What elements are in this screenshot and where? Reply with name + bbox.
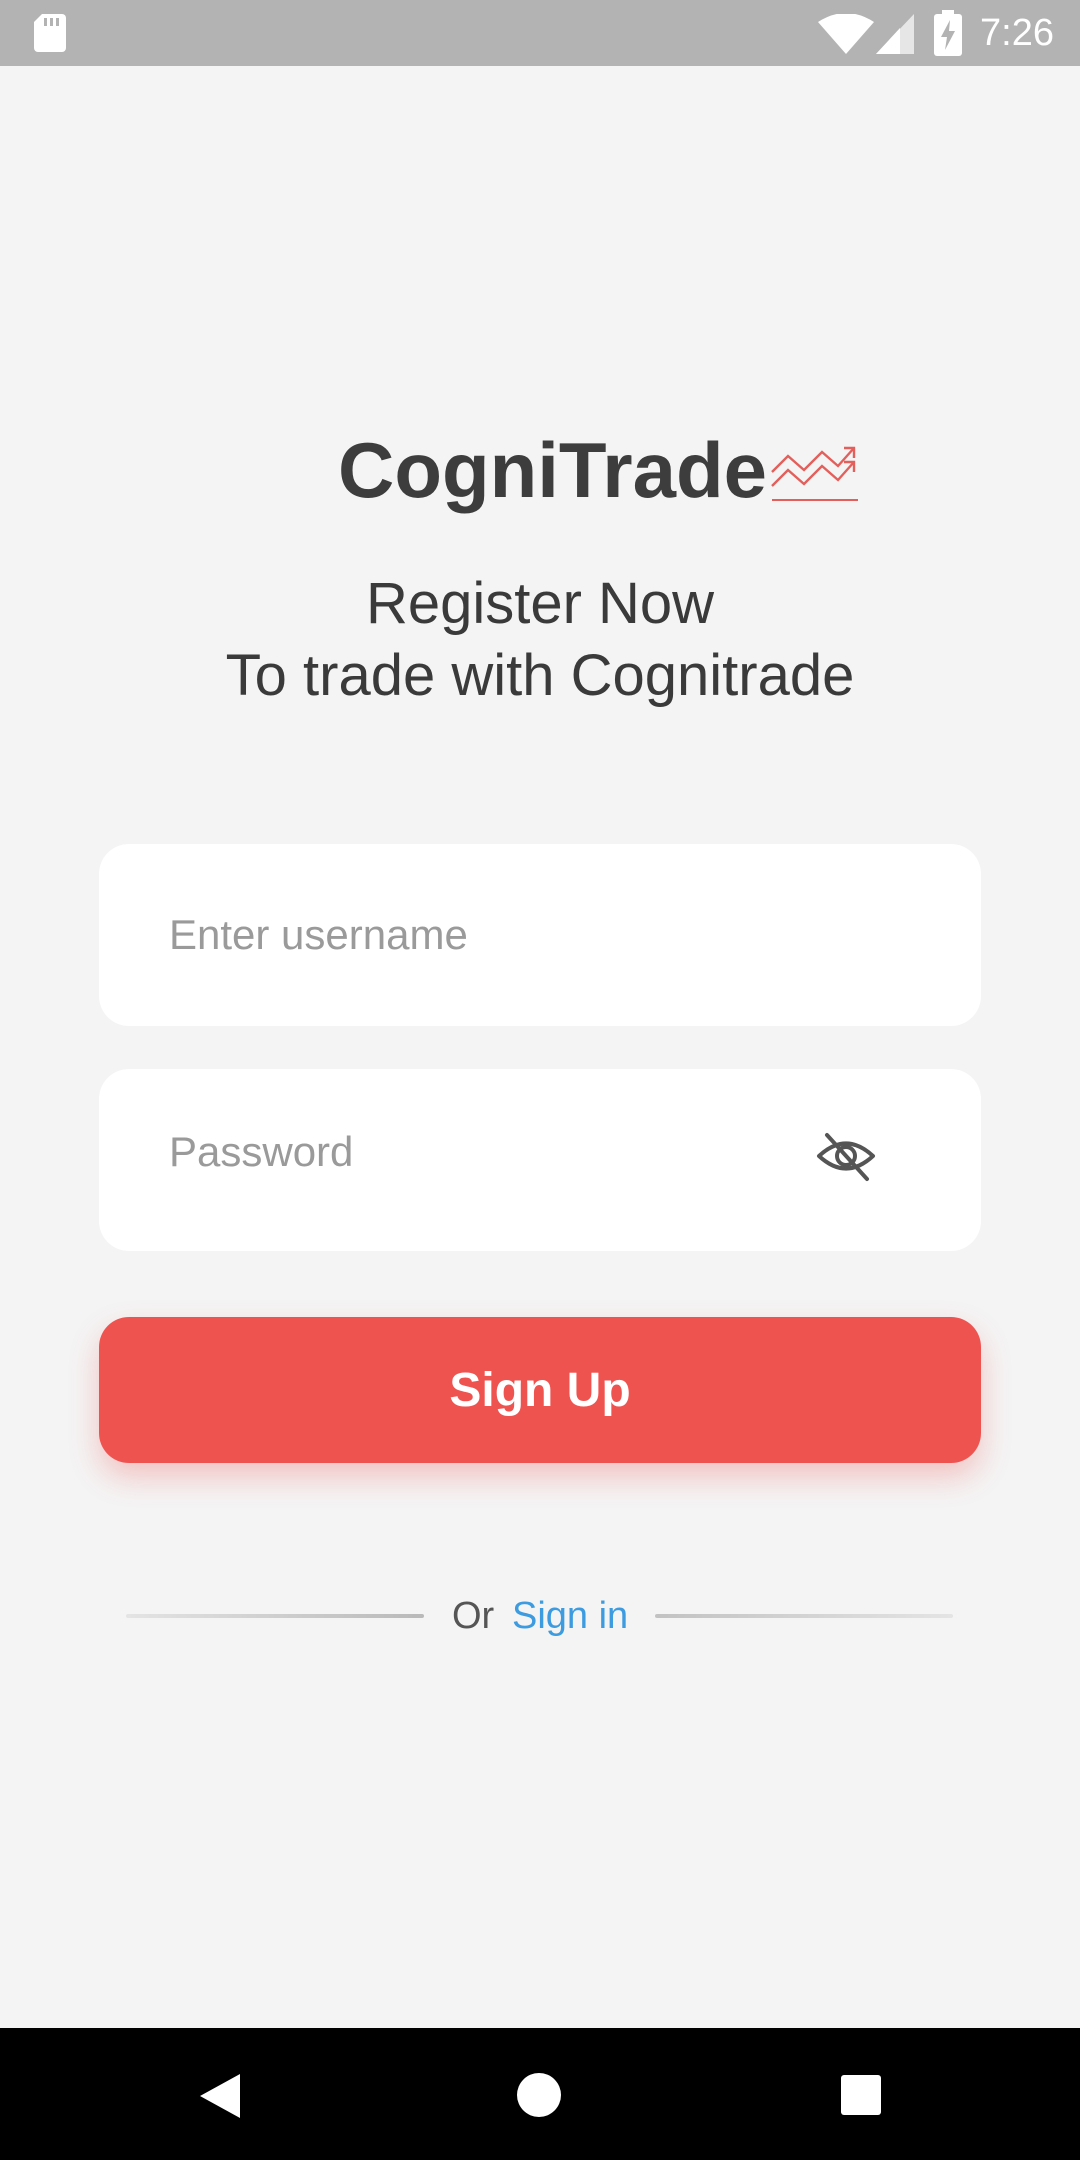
status-time: 7:26 bbox=[980, 12, 1054, 54]
trending-up-chart-icon bbox=[771, 446, 858, 501]
alt-signin-row: Or Sign in bbox=[0, 1586, 1080, 1646]
brand-header: CogniTrade bbox=[0, 420, 1080, 520]
divider-line-left bbox=[126, 1614, 424, 1618]
or-label: Or bbox=[452, 1595, 495, 1637]
username-field-container bbox=[99, 844, 981, 1026]
tagline: Register Now To trade with Cognitrade bbox=[0, 568, 1080, 712]
back-icon[interactable] bbox=[198, 2072, 242, 2120]
system-nav-bar bbox=[0, 2028, 1080, 2160]
eye-off-icon[interactable] bbox=[815, 1125, 877, 1187]
signal-icon bbox=[876, 14, 914, 54]
tagline-line-2: To trade with Cognitrade bbox=[225, 643, 855, 708]
divider-line-right bbox=[655, 1614, 953, 1618]
password-field-container bbox=[99, 1061, 981, 1251]
recents-icon[interactable] bbox=[840, 2074, 882, 2116]
status-bar: 7:26 bbox=[0, 0, 1080, 66]
app-title: CogniTrade bbox=[338, 426, 768, 514]
battery-charging-icon bbox=[934, 10, 962, 56]
wifi-icon bbox=[818, 14, 874, 54]
home-icon[interactable] bbox=[516, 2072, 562, 2118]
username-input[interactable] bbox=[169, 844, 849, 1026]
sign-up-button[interactable]: Sign Up bbox=[99, 1317, 981, 1463]
tagline-line-1: Register Now bbox=[365, 571, 715, 636]
password-input[interactable] bbox=[169, 1061, 849, 1243]
sign-in-link[interactable]: Sign in bbox=[512, 1586, 628, 1646]
sd-card-icon bbox=[34, 14, 66, 52]
